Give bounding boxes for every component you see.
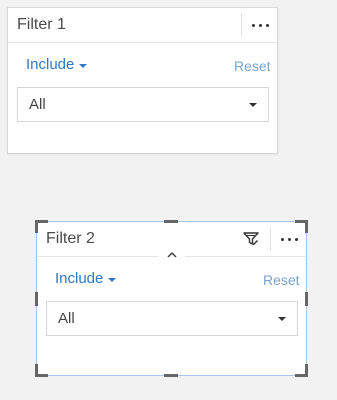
resize-handle-top[interactable]	[164, 220, 178, 223]
filter-value-select[interactable]: All	[17, 87, 269, 122]
canvas: Filter 1 Include Reset All Filter 2 Incl…	[0, 0, 337, 400]
selected-value: All	[58, 310, 75, 327]
filter-title: Filter 2	[46, 230, 95, 247]
filter-edit-icon	[243, 232, 259, 246]
resize-handle-bottom-left[interactable]	[35, 364, 48, 377]
filter-card-1[interactable]: Filter 1 Include Reset All	[7, 7, 278, 154]
filter-card-2[interactable]: Filter 2 Include Reset All	[35, 220, 308, 377]
resize-handle-left[interactable]	[35, 292, 38, 306]
reset-link[interactable]: Reset	[263, 271, 300, 289]
resize-handle-bottom[interactable]	[164, 374, 178, 377]
chevron-up-icon	[167, 251, 177, 258]
include-dropdown[interactable]: Include	[55, 270, 117, 288]
caret-down-icon	[249, 103, 257, 107]
more-horizontal-icon	[280, 237, 298, 241]
filter-edit-button[interactable]	[237, 223, 265, 255]
filter-value-select[interactable]: All	[46, 301, 298, 336]
include-label: Include	[55, 270, 104, 287]
caret-down-icon	[79, 63, 88, 68]
caret-down-icon	[108, 277, 117, 282]
reset-link[interactable]: Reset	[234, 57, 271, 75]
caret-down-icon	[278, 317, 286, 321]
more-options-button[interactable]	[242, 8, 278, 42]
filter-title: Filter 1	[17, 16, 66, 33]
resize-handle-bottom-right[interactable]	[295, 364, 308, 377]
resize-handle-top-right[interactable]	[295, 220, 308, 233]
filter-card-header: Filter 1	[8, 8, 277, 43]
more-horizontal-icon	[251, 23, 269, 27]
selected-value: All	[29, 96, 46, 113]
include-dropdown[interactable]: Include	[26, 56, 88, 74]
resize-handle-top-left[interactable]	[35, 220, 48, 233]
include-label: Include	[26, 56, 75, 73]
resize-handle-right[interactable]	[305, 292, 308, 306]
